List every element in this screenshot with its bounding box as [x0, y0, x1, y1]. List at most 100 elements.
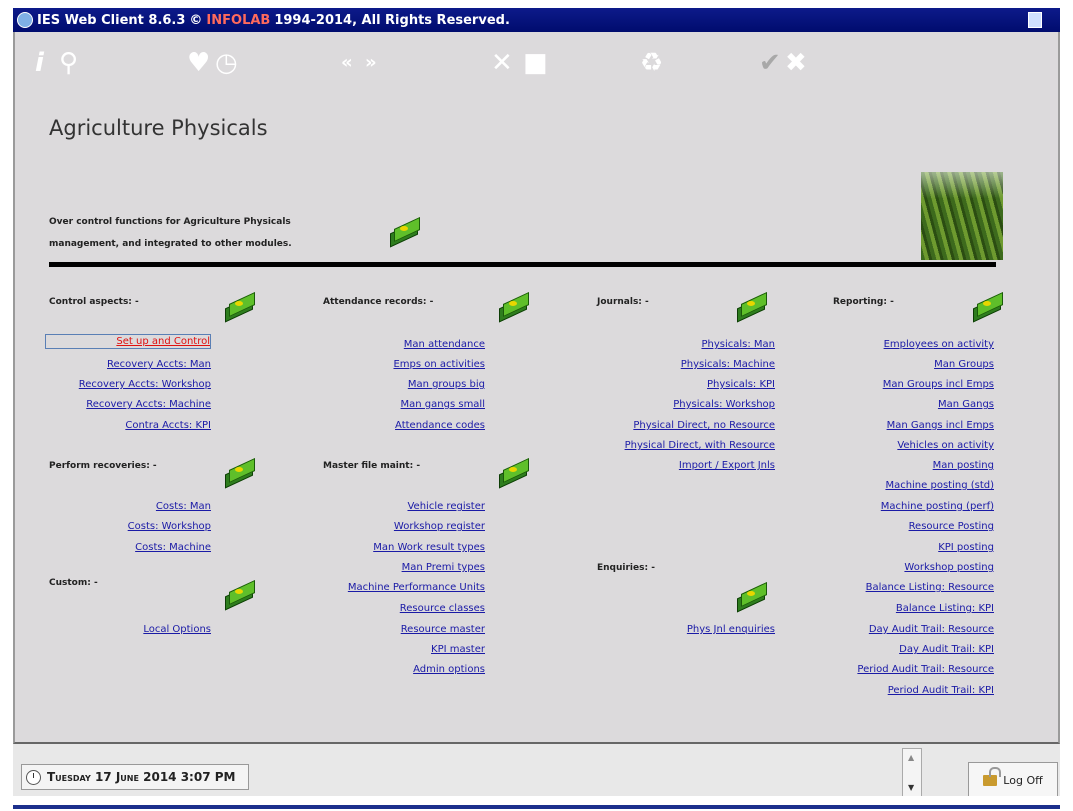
- link-man-gangs-small[interactable]: Man gangs small: [401, 399, 485, 410]
- link-balance-listing-resource[interactable]: Balance Listing: Resource: [866, 582, 994, 593]
- window-title-bar: IES Web Client 8.6.3 © INFOLAB 1994-2014…: [13, 8, 1060, 32]
- padlock-icon: [983, 766, 1002, 786]
- link-import-export-jnls[interactable]: Import / Export Jnls: [679, 460, 775, 471]
- log-off-label: Log Off: [1003, 773, 1043, 787]
- control-aspects-heading: Control aspects: -: [49, 297, 139, 307]
- previous-icon[interactable]: «: [341, 50, 353, 76]
- link-admin-options[interactable]: Admin options: [413, 664, 485, 675]
- link-man-gangs-incl-emps[interactable]: Man Gangs incl Emps: [887, 420, 994, 431]
- link-resource-posting[interactable]: Resource Posting: [909, 521, 994, 532]
- window-title-brand: INFOLAB: [206, 12, 271, 28]
- link-contra-accts-kpi[interactable]: Contra Accts: KPI: [125, 420, 211, 431]
- link-physicals-kpi[interactable]: Physicals: KPI: [707, 379, 775, 390]
- link-kpi-master[interactable]: KPI master: [431, 644, 485, 655]
- link-emps-on-activities[interactable]: Emps on activities: [393, 359, 485, 370]
- info-icon[interactable]: i: [35, 50, 44, 76]
- link-vehicle-register[interactable]: Vehicle register: [407, 501, 485, 512]
- link-local-options[interactable]: Local Options: [143, 624, 211, 635]
- link-physical-direct-no-resource[interactable]: Physical Direct, no Resource: [633, 420, 775, 431]
- link-costs-man[interactable]: Costs: Man: [156, 501, 211, 512]
- app-logo-icon: [17, 12, 33, 28]
- money-icon: [735, 581, 769, 613]
- attendance-records-heading: Attendance records: -: [323, 297, 434, 307]
- cancel-icon[interactable]: ✖: [785, 50, 807, 76]
- link-kpi-posting[interactable]: KPI posting: [938, 542, 994, 553]
- link-man-attendance[interactable]: Man attendance: [404, 339, 485, 350]
- reporting-heading: Reporting: -: [833, 297, 894, 307]
- link-day-audit-trail-resource[interactable]: Day Audit Trail: Resource: [869, 624, 994, 635]
- message-scroller[interactable]: ▲ ▼: [902, 748, 922, 798]
- link-machine-posting-std[interactable]: Machine posting (std): [885, 480, 994, 491]
- window-corner-icon[interactable]: [1028, 12, 1042, 28]
- money-icon: [388, 216, 422, 248]
- accept-icon[interactable]: ✔: [759, 50, 781, 76]
- copyright-symbol: ©: [189, 12, 203, 28]
- money-icon: [497, 457, 531, 489]
- link-costs-machine[interactable]: Costs: Machine: [135, 542, 211, 553]
- link-employees-on-activity[interactable]: Employees on activity: [884, 339, 994, 350]
- link-phys-jnl-enquiries[interactable]: Phys Jnl enquiries: [687, 624, 775, 635]
- palm-plantation-image: [921, 172, 1003, 260]
- description-line-1: Over control functions for Agriculture P…: [49, 217, 291, 227]
- scroll-down-icon[interactable]: ▼: [908, 783, 914, 792]
- link-recovery-accts-man[interactable]: Recovery Accts: Man: [107, 359, 211, 370]
- link-man-gangs[interactable]: Man Gangs: [938, 399, 994, 410]
- recycle-icon[interactable]: ♻: [640, 50, 663, 76]
- page-description: Over control functions for Agriculture P…: [49, 211, 292, 255]
- link-machine-posting-perf[interactable]: Machine posting (perf): [881, 501, 994, 512]
- link-set-up-and-control[interactable]: Set up and Control: [45, 334, 211, 349]
- tools-icon[interactable]: ✕: [491, 50, 513, 76]
- link-physical-direct-with-resource[interactable]: Physical Direct, with Resource: [625, 440, 775, 451]
- money-icon: [223, 579, 257, 611]
- heart-icon[interactable]: ♥: [187, 50, 210, 76]
- date-time-text: Tuesday 17 June 2014 3:07 PM: [47, 770, 236, 784]
- status-bar: Tuesday 17 June 2014 3:07 PM ▲ ▼ Log Off: [13, 744, 1060, 798]
- link-vehicles-on-activity[interactable]: Vehicles on activity: [897, 440, 994, 451]
- link-man-work-result-types[interactable]: Man Work result types: [373, 542, 485, 553]
- window-title-main: IES Web Client 8.6.3: [37, 12, 186, 28]
- taskbar-line: [13, 805, 1060, 809]
- link-recovery-accts-workshop[interactable]: Recovery Accts: Workshop: [79, 379, 211, 390]
- link-physicals-man[interactable]: Physicals: Man: [701, 339, 775, 350]
- link-man-groups-big[interactable]: Man groups big: [408, 379, 485, 390]
- enquiries-heading: Enquiries: -: [597, 563, 655, 573]
- money-icon: [223, 457, 257, 489]
- link-period-audit-trail-resource[interactable]: Period Audit Trail: Resource: [857, 664, 994, 675]
- money-icon: [735, 291, 769, 323]
- scroll-up-icon[interactable]: ▲: [908, 753, 914, 762]
- header-divider: [49, 262, 996, 267]
- link-physicals-workshop[interactable]: Physicals: Workshop: [673, 399, 775, 410]
- journals-heading: Journals: -: [597, 297, 649, 307]
- custom-heading: Custom: -: [49, 578, 98, 588]
- link-attendance-codes[interactable]: Attendance codes: [395, 420, 485, 431]
- link-man-premi-types[interactable]: Man Premi types: [402, 562, 485, 573]
- date-time-display: Tuesday 17 June 2014 3:07 PM: [21, 764, 249, 790]
- search-icon[interactable]: ⚲: [59, 50, 78, 76]
- link-workshop-register[interactable]: Workshop register: [394, 521, 485, 532]
- link-recovery-accts-machine[interactable]: Recovery Accts: Machine: [86, 399, 211, 410]
- link-period-audit-trail-kpi[interactable]: Period Audit Trail: KPI: [888, 685, 994, 696]
- link-man-groups[interactable]: Man Groups: [934, 359, 994, 370]
- stop-icon[interactable]: ■: [523, 50, 548, 76]
- link-machine-performance-units[interactable]: Machine Performance Units: [348, 582, 485, 593]
- perform-recoveries-heading: Perform recoveries: -: [49, 461, 157, 471]
- link-resource-classes[interactable]: Resource classes: [400, 603, 485, 614]
- master-file-maint-heading: Master file maint: -: [323, 461, 421, 471]
- main-panel: Agriculture Physicals Over control funct…: [13, 94, 1060, 744]
- clock-icon: [26, 769, 41, 785]
- link-resource-master[interactable]: Resource master: [401, 624, 485, 635]
- log-off-button[interactable]: Log Off: [968, 762, 1058, 798]
- link-day-audit-trail-kpi[interactable]: Day Audit Trail: KPI: [899, 644, 994, 655]
- link-workshop-posting[interactable]: Workshop posting: [904, 562, 994, 573]
- next-icon[interactable]: »: [365, 50, 377, 76]
- clock-icon[interactable]: ◷: [215, 50, 238, 76]
- money-icon: [497, 291, 531, 323]
- description-line-2: management, and integrated to other modu…: [49, 239, 292, 249]
- link-physicals-machine[interactable]: Physicals: Machine: [681, 359, 775, 370]
- page-title: Agriculture Physicals: [49, 116, 268, 140]
- link-balance-listing-kpi[interactable]: Balance Listing: KPI: [896, 603, 994, 614]
- link-costs-workshop[interactable]: Costs: Workshop: [128, 521, 211, 532]
- money-icon: [971, 291, 1005, 323]
- link-man-groups-incl-emps[interactable]: Man Groups incl Emps: [883, 379, 994, 390]
- link-man-posting[interactable]: Man posting: [933, 460, 994, 471]
